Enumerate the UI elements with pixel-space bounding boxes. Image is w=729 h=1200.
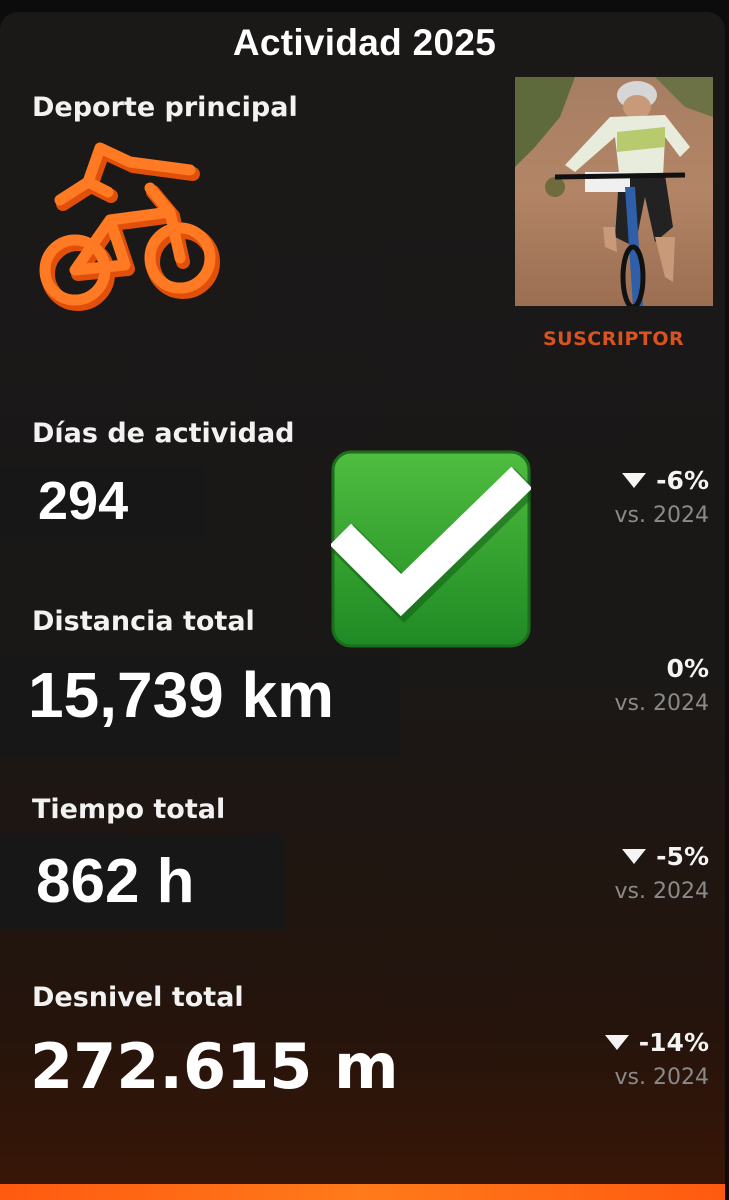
down-arrow-icon — [622, 473, 647, 488]
total-time-label: Tiempo total — [32, 794, 226, 825]
days-active-value: 294 — [38, 471, 129, 531]
page-title: Actividad 2025 — [232, 22, 497, 63]
total-distance-label: Distancia total — [32, 606, 255, 637]
down-arrow-icon — [622, 849, 647, 864]
main-sport-label: Deporte principal — [32, 92, 298, 123]
elevation-comparison: vs. 2024 — [614, 1065, 709, 1090]
days-active-label: Días de actividad — [32, 418, 295, 449]
elevation-value: 272.615 m — [30, 1030, 399, 1103]
subscriber-badge: SUSCRIPTOR — [543, 328, 685, 350]
bike-icon — [30, 140, 225, 320]
total-distance-comparison: vs. 2024 — [614, 691, 709, 716]
days-active-comparison: vs. 2024 — [614, 503, 709, 528]
days-active-change: -6% — [656, 466, 709, 495]
total-time-trend: -5% vs. 2024 — [615, 842, 709, 904]
total-distance-trend: 0% vs. 2024 — [615, 654, 709, 716]
rider-photo — [515, 77, 713, 306]
bottom-accent-bar — [0, 1184, 725, 1200]
total-time-change: -5% — [656, 842, 709, 871]
days-active-trend: -6% vs. 2024 — [615, 466, 709, 528]
elevation-change: -14% — [638, 1028, 709, 1057]
total-distance-value: 15,739 km — [28, 659, 335, 731]
total-distance-change: 0% — [666, 654, 709, 683]
down-arrow-icon — [604, 1035, 629, 1050]
elevation-trend: -14% vs. 2024 — [604, 1028, 709, 1090]
total-time-value: 862 h — [36, 847, 195, 916]
total-time-comparison: vs. 2024 — [614, 879, 709, 904]
elevation-label: Desnivel total — [32, 982, 244, 1013]
check-icon — [329, 450, 539, 648]
